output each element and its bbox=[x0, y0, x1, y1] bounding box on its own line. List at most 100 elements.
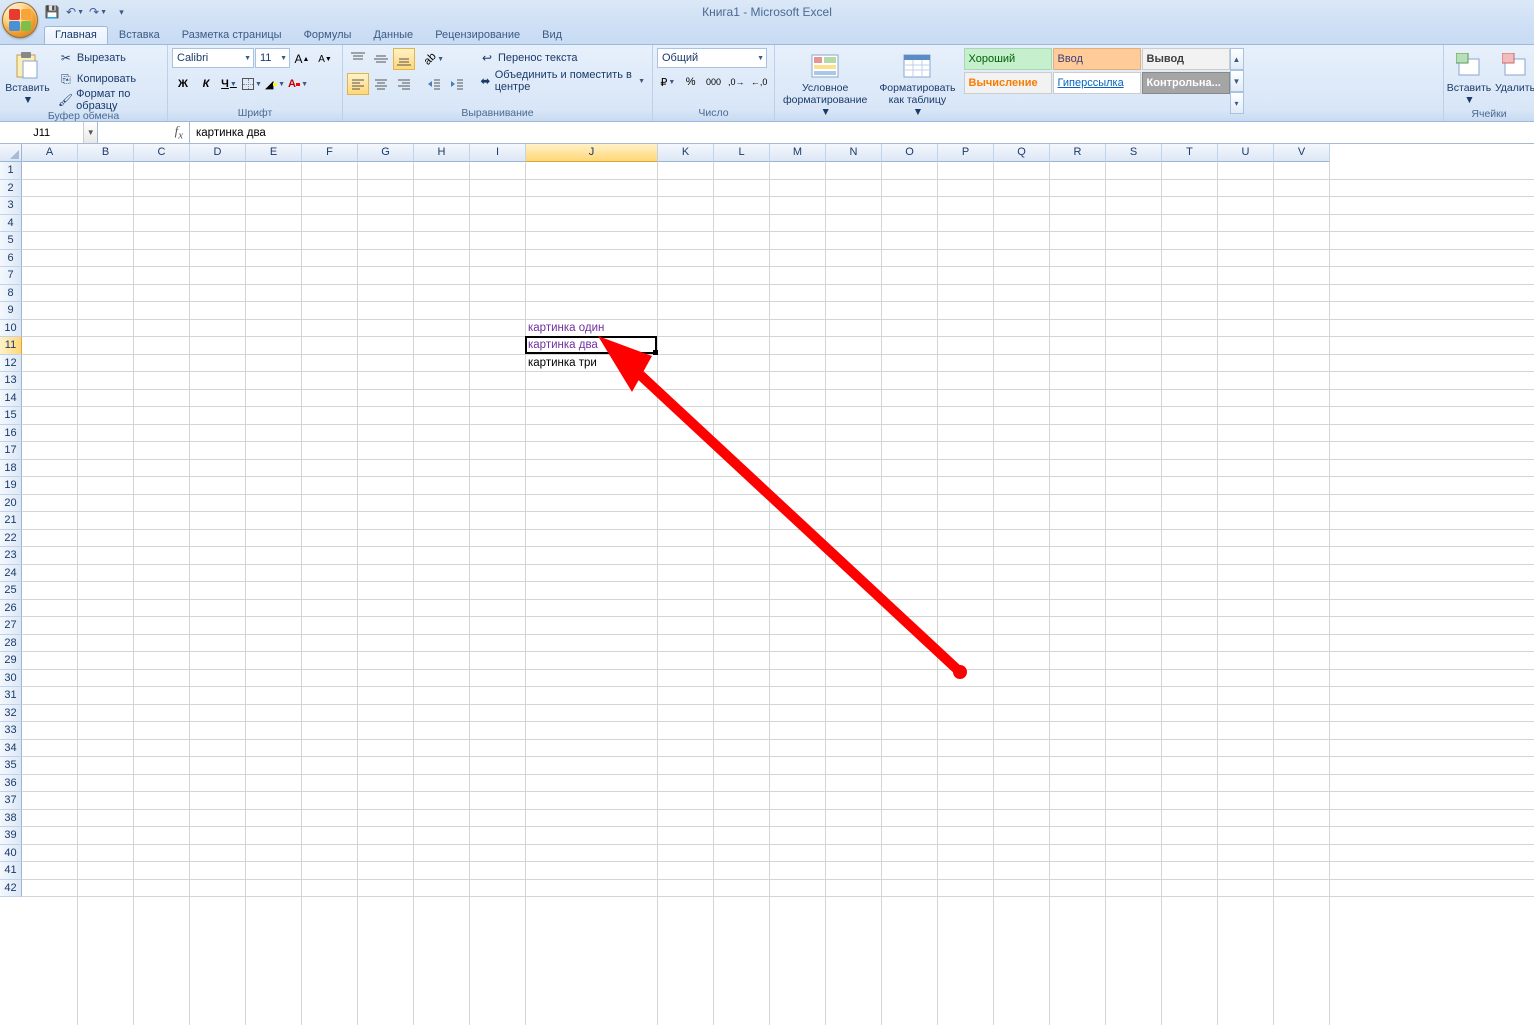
font-size-combo[interactable]: 11▼ bbox=[255, 48, 290, 68]
name-box[interactable]: ▼ bbox=[0, 122, 98, 143]
orientation-button[interactable]: ab▼ bbox=[423, 48, 445, 70]
insert-cells-button[interactable]: Вставить▼ bbox=[1448, 48, 1490, 108]
cell[interactable]: картинка два bbox=[526, 337, 656, 354]
row-header[interactable]: 20 bbox=[0, 495, 22, 513]
select-all-corner[interactable] bbox=[0, 144, 22, 162]
worksheet-grid[interactable]: ABCDEFGHIJKLMNOPQRSTUV 12345678910111213… bbox=[0, 144, 1534, 1025]
row-header[interactable]: 22 bbox=[0, 530, 22, 548]
row-header[interactable]: 6 bbox=[0, 250, 22, 268]
office-button[interactable] bbox=[2, 2, 38, 38]
column-header[interactable]: Q bbox=[994, 144, 1050, 162]
column-header[interactable]: B bbox=[78, 144, 134, 162]
column-header[interactable]: R bbox=[1050, 144, 1106, 162]
merge-center-button[interactable]: ⬌Объединить и поместить в центре▼ bbox=[476, 71, 648, 91]
column-header[interactable]: E bbox=[246, 144, 302, 162]
fill-color-button[interactable]: ◢▼ bbox=[264, 73, 286, 95]
tab-data[interactable]: Данные bbox=[362, 26, 424, 44]
column-header[interactable]: C bbox=[134, 144, 190, 162]
cell[interactable]: картинка три bbox=[526, 355, 656, 372]
qat-customize-icon[interactable]: ▾ bbox=[111, 2, 131, 22]
row-header[interactable]: 29 bbox=[0, 652, 22, 670]
row-header[interactable]: 32 bbox=[0, 705, 22, 723]
row-header[interactable]: 24 bbox=[0, 565, 22, 583]
row-header[interactable]: 25 bbox=[0, 582, 22, 600]
wrap-text-button[interactable]: ↩Перенос текста bbox=[476, 48, 648, 68]
column-header[interactable]: S bbox=[1106, 144, 1162, 162]
row-header[interactable]: 36 bbox=[0, 775, 22, 793]
cell[interactable]: картинка один bbox=[526, 320, 656, 337]
gallery-more[interactable]: ▾ bbox=[1230, 92, 1244, 114]
column-header[interactable]: M bbox=[770, 144, 826, 162]
row-header[interactable]: 8 bbox=[0, 285, 22, 303]
row-header[interactable]: 16 bbox=[0, 425, 22, 443]
grow-font-button[interactable]: A▲ bbox=[291, 48, 313, 70]
style-calculation[interactable]: Вычисление bbox=[964, 72, 1052, 94]
align-middle-button[interactable] bbox=[370, 48, 392, 70]
italic-button[interactable]: К bbox=[195, 73, 217, 95]
currency-button[interactable]: ₽▼ bbox=[657, 71, 679, 93]
column-header[interactable]: D bbox=[190, 144, 246, 162]
number-format-combo[interactable]: Общий▼ bbox=[657, 48, 767, 68]
row-header[interactable]: 30 bbox=[0, 670, 22, 688]
formula-input[interactable]: картинка два bbox=[190, 122, 1534, 143]
column-header[interactable]: V bbox=[1274, 144, 1330, 162]
row-header[interactable]: 37 bbox=[0, 792, 22, 810]
gallery-scroll-up[interactable]: ▲ bbox=[1230, 48, 1244, 70]
row-header[interactable]: 42 bbox=[0, 880, 22, 898]
shrink-font-button[interactable]: A▼ bbox=[314, 48, 336, 70]
tab-layout[interactable]: Разметка страницы bbox=[171, 26, 293, 44]
row-header[interactable]: 21 bbox=[0, 512, 22, 530]
row-header[interactable]: 27 bbox=[0, 617, 22, 635]
increase-indent-button[interactable] bbox=[446, 73, 468, 95]
row-header[interactable]: 19 bbox=[0, 477, 22, 495]
comma-button[interactable]: 000 bbox=[703, 71, 725, 93]
row-header[interactable]: 41 bbox=[0, 862, 22, 880]
row-header[interactable]: 10 bbox=[0, 320, 22, 338]
tab-formulas[interactable]: Формулы bbox=[293, 26, 363, 44]
tab-insert[interactable]: Вставка bbox=[108, 26, 171, 44]
tab-home[interactable]: Главная bbox=[44, 26, 108, 44]
copy-button[interactable]: ⎘Копировать bbox=[55, 69, 163, 89]
fx-icon[interactable]: fx bbox=[175, 123, 183, 142]
row-header[interactable]: 31 bbox=[0, 687, 22, 705]
row-header[interactable]: 23 bbox=[0, 547, 22, 565]
delete-cells-button[interactable]: Удалить bbox=[1494, 48, 1534, 96]
row-header[interactable]: 26 bbox=[0, 600, 22, 618]
row-header[interactable]: 3 bbox=[0, 197, 22, 215]
align-bottom-button[interactable] bbox=[393, 48, 415, 70]
row-header[interactable]: 28 bbox=[0, 635, 22, 653]
align-right-button[interactable] bbox=[393, 73, 415, 95]
font-name-combo[interactable]: Calibri▼ bbox=[172, 48, 254, 68]
column-header[interactable]: T bbox=[1162, 144, 1218, 162]
tab-review[interactable]: Рецензирование bbox=[424, 26, 531, 44]
style-good[interactable]: Хороший bbox=[964, 48, 1052, 70]
row-header[interactable]: 40 bbox=[0, 845, 22, 863]
column-header[interactable]: P bbox=[938, 144, 994, 162]
row-header[interactable]: 7 bbox=[0, 267, 22, 285]
name-box-dropdown[interactable]: ▼ bbox=[83, 122, 97, 143]
style-check[interactable]: Контрольна... bbox=[1142, 72, 1230, 94]
row-header[interactable]: 38 bbox=[0, 810, 22, 828]
row-header[interactable]: 12 bbox=[0, 355, 22, 373]
decrease-decimal-button[interactable]: ←,0 bbox=[748, 71, 770, 93]
row-header[interactable]: 17 bbox=[0, 442, 22, 460]
row-header[interactable]: 33 bbox=[0, 722, 22, 740]
row-header[interactable]: 34 bbox=[0, 740, 22, 758]
column-header[interactable]: L bbox=[714, 144, 770, 162]
percent-button[interactable]: % bbox=[680, 71, 702, 93]
row-header[interactable]: 35 bbox=[0, 757, 22, 775]
row-header[interactable]: 2 bbox=[0, 180, 22, 198]
column-header[interactable]: F bbox=[302, 144, 358, 162]
column-header[interactable]: I bbox=[470, 144, 526, 162]
align-center-button[interactable] bbox=[370, 73, 392, 95]
tab-view[interactable]: Вид bbox=[531, 26, 573, 44]
row-header[interactable]: 9 bbox=[0, 302, 22, 320]
gallery-scroll-down[interactable]: ▼ bbox=[1230, 70, 1244, 92]
redo-icon[interactable]: ↷▼ bbox=[88, 2, 108, 22]
column-header[interactable]: G bbox=[358, 144, 414, 162]
row-header[interactable]: 13 bbox=[0, 372, 22, 390]
row-header[interactable]: 5 bbox=[0, 232, 22, 250]
align-left-button[interactable] bbox=[347, 73, 369, 95]
column-header[interactable]: O bbox=[882, 144, 938, 162]
column-header[interactable]: N bbox=[826, 144, 882, 162]
